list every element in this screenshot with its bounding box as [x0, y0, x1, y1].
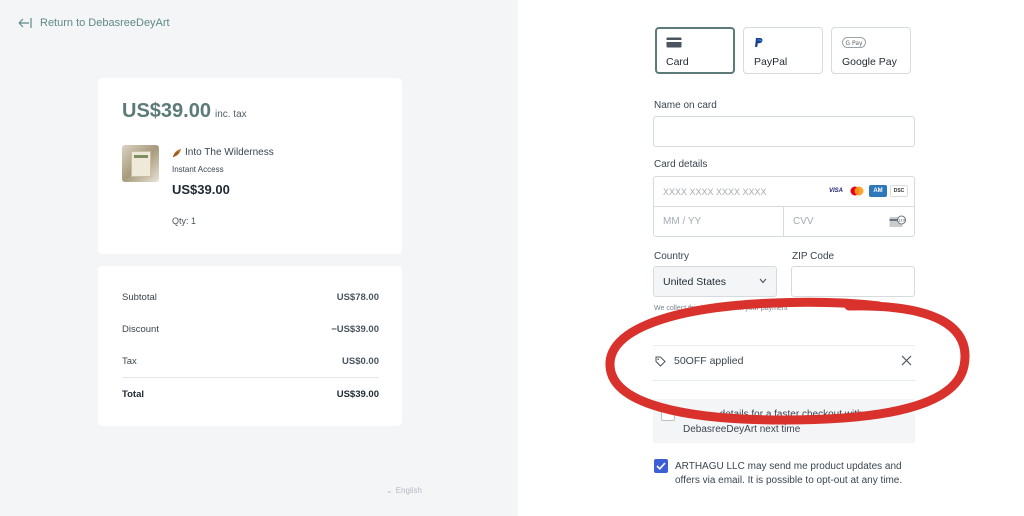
cvv-card-icon: 123 — [889, 215, 906, 227]
name-on-card-label: Name on card — [654, 100, 717, 111]
mastercard-icon — [850, 186, 864, 196]
remove-coupon-close-icon[interactable] — [901, 355, 912, 366]
data-notice: We collect this information ... your pay… — [654, 305, 788, 312]
product-access: Instant Access — [172, 165, 224, 174]
svg-text:123: 123 — [898, 219, 905, 223]
total-value: US$39.00 — [336, 389, 379, 400]
return-link[interactable]: Return to DebasreeDeyArt — [18, 17, 170, 29]
coupon-divider-top — [653, 345, 915, 346]
tag-icon — [655, 356, 666, 367]
card-cvv-input[interactable]: CVV 123 — [783, 206, 915, 237]
discount-label: Discount — [122, 324, 159, 335]
product-name: Into The Wilderness — [185, 147, 274, 158]
tax-value: US$0.00 — [342, 356, 379, 367]
zip-input[interactable] — [791, 266, 915, 297]
discount-value: −US$39.00 — [331, 324, 379, 335]
google-pay-icon: G Pay — [842, 37, 866, 48]
save-details-checkbox[interactable] — [661, 407, 675, 421]
coupon-applied: 50OFF applied — [655, 355, 743, 367]
payment-method-tabs: Card PayPal G Pay Google Pay — [655, 27, 911, 74]
card-brand-logos: VISA AM DSC — [827, 185, 908, 197]
zip-label: ZIP Code — [792, 251, 835, 262]
paypal-icon — [755, 38, 763, 47]
payment-method-paypal-label: PayPal — [754, 56, 788, 68]
checkmark-icon — [656, 462, 666, 470]
total-row: Total US$39.00 — [122, 389, 379, 400]
product-title: Into The Wilderness — [172, 147, 274, 158]
product-thumbnail — [122, 145, 159, 182]
payment-method-card[interactable]: Card — [655, 27, 735, 74]
payment-method-google-pay[interactable]: G Pay Google Pay — [831, 27, 911, 74]
payment-method-paypal[interactable]: PayPal — [743, 27, 823, 74]
payment-panel: Card PayPal G Pay Google Pay Name on car… — [518, 0, 1024, 516]
marketing-optin-text: ARTHAGU LLC may send me product updates … — [675, 461, 903, 486]
totals-divider — [122, 377, 379, 378]
coupon-divider-bottom — [653, 380, 915, 381]
arrow-left-icon — [18, 18, 32, 28]
language-label: English — [395, 486, 422, 495]
country-select[interactable]: United States — [653, 266, 777, 297]
card-cvv-placeholder: CVV — [793, 216, 814, 227]
coupon-label: 50OFF applied — [674, 355, 744, 367]
card-icon — [666, 37, 682, 48]
card-number-placeholder: XXXX XXXX XXXX XXXX — [663, 186, 767, 197]
subtotal-row: Subtotal US$78.00 — [122, 292, 379, 303]
marketing-optin-checkbox[interactable] — [654, 459, 668, 473]
tax-note: inc. tax — [214, 109, 247, 120]
subtotal-value: US$78.00 — [336, 292, 379, 303]
visa-icon: VISA — [828, 188, 843, 194]
chevron-down-icon — [759, 278, 767, 284]
country-label: Country — [654, 251, 690, 262]
return-link-label: Return to DebasreeDeyArt — [40, 17, 170, 29]
product-summary-card: US$39.00 inc. tax Into The Wilderness Ins… — [98, 78, 402, 254]
save-details-box: Save ... details for a faster checkout w… — [653, 399, 915, 443]
payment-method-google-pay-label: Google Pay — [842, 56, 897, 68]
discover-icon: DSC — [890, 185, 908, 197]
card-expiry-input[interactable]: MM / YY — [653, 206, 784, 237]
subtotal-label: Subtotal — [122, 292, 157, 303]
product-price: US$39.00 — [172, 182, 230, 197]
discount-row: Discount −US$39.00 — [122, 324, 379, 335]
product-qty: Qty: 1 — [172, 216, 197, 226]
amex-icon: AM — [869, 185, 887, 197]
payment-method-card-label: Card — [666, 56, 689, 68]
save-details-text: Save ... details for a faster checkout w… — [683, 409, 863, 435]
tax-label: Tax — [122, 356, 137, 367]
tax-row: Tax US$0.00 — [122, 356, 379, 367]
language-selector[interactable]: ⌄ English — [386, 486, 422, 495]
order-price: US$39.00 inc. tax — [122, 100, 247, 123]
total-label: Total — [122, 389, 144, 400]
card-number-input[interactable]: XXXX XXXX XXXX XXXX VISA AM DSC — [653, 176, 915, 207]
card-details-label: Card details — [654, 159, 708, 170]
totals-card: Subtotal US$78.00 Discount −US$39.00 Tax… — [98, 266, 402, 426]
order-summary-panel: Return to DebasreeDeyArt US$39.00 inc. ta… — [0, 0, 518, 516]
leaf-icon — [172, 148, 181, 157]
chevron-down-icon: ⌄ — [386, 486, 393, 495]
country-value: United States — [663, 275, 727, 288]
order-price-value: US$39.00 — [122, 100, 211, 122]
svg-text:G Pay: G Pay — [845, 40, 863, 47]
name-on-card-input[interactable] — [653, 116, 915, 147]
card-expiry-placeholder: MM / YY — [663, 216, 702, 227]
